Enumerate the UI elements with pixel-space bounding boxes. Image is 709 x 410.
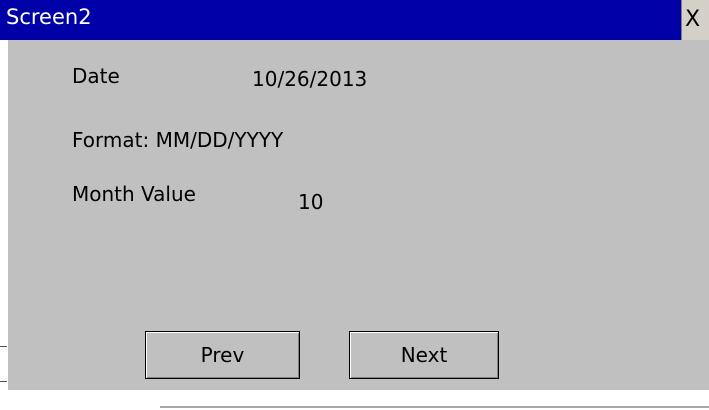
date-label: Date [72,64,120,88]
month-value: 10 [298,190,324,214]
prev-button[interactable]: Prev [145,331,300,379]
next-button[interactable]: Next [349,331,499,379]
window-title: Screen2 [6,5,92,29]
app-window: Screen2 X Date 10/26/2013 Format: MM/DD/… [0,0,709,410]
left-edge-tick-upper [0,346,7,347]
date-value: 10/26/2013 [252,67,368,91]
left-edge-tick-lower [0,381,7,382]
title-bar: Screen2 [0,0,709,40]
close-button[interactable]: X [681,0,709,40]
bottom-edge-line [160,406,709,408]
format-text: Format: MM/DD/YYYY [72,128,284,152]
close-icon: X [685,7,701,32]
month-label: Month Value [72,182,196,206]
